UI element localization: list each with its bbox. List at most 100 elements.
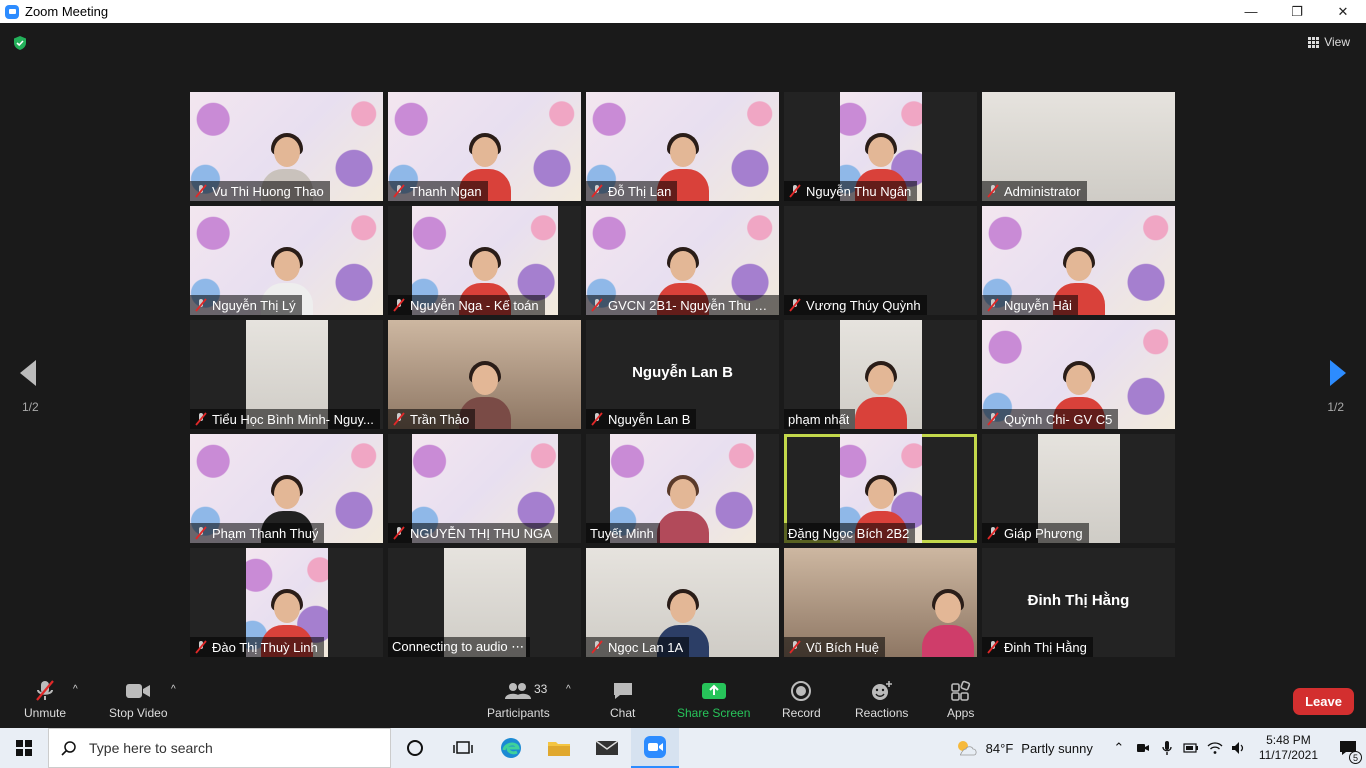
record-label: Record (782, 706, 821, 720)
battery-tray-button[interactable] (1179, 728, 1203, 768)
video-tile[interactable]: Administrator (982, 92, 1175, 201)
video-tile[interactable]: Đào Thị Thuỳ Linh (190, 548, 383, 657)
video-tile[interactable]: NGUYỄN THỊ THU NGA (388, 434, 581, 543)
participants-options-caret-icon[interactable]: ^ (566, 684, 571, 695)
chat-label: Chat (610, 706, 636, 720)
windows-taskbar: Type here to search 84°F Partly sunny ⌃ … (0, 728, 1366, 768)
taskbar-clock[interactable]: 5:48 PM 11/17/2021 (1259, 733, 1318, 763)
muted-mic-icon (591, 640, 603, 654)
file-explorer-button[interactable] (535, 728, 583, 768)
page-indicator-left: 1/2 (22, 400, 39, 414)
participant-name-label: Trần Thảo (388, 409, 476, 429)
muted-mic-icon (591, 412, 603, 426)
unmute-button[interactable]: Unmute (24, 680, 66, 720)
video-tile-active-speaker[interactable]: Đặng Ngọc Bích 2B2 (784, 434, 977, 543)
window-title: Zoom Meeting (25, 4, 109, 19)
participant-name-placeholder: Nguyễn Lan B (632, 364, 733, 381)
video-tile[interactable]: Nguyễn Nga - Kế toán (388, 206, 581, 315)
zoom-taskbar-button[interactable] (631, 728, 679, 768)
video-tile[interactable]: Giáp Phương (982, 434, 1175, 543)
video-tile[interactable]: Tiểu Học Bình Minh- Nguy... (190, 320, 383, 429)
network-tray-button[interactable] (1203, 728, 1227, 768)
video-tile[interactable]: Thanh Ngan (388, 92, 581, 201)
muted-mic-icon (591, 298, 603, 312)
participant-name-label: Đặng Ngọc Bích 2B2 (784, 523, 916, 543)
notifications-button[interactable]: 5 (1330, 728, 1366, 768)
start-button[interactable] (0, 728, 48, 768)
windows-logo-icon (16, 740, 32, 756)
video-tile[interactable]: Quỳnh Chi- GV C5 (982, 320, 1175, 429)
clock-time: 5:48 PM (1266, 733, 1311, 747)
video-tile[interactable]: Đinh Thị Hằng Đinh Thị Hằng (982, 548, 1175, 657)
muted-mic-icon (789, 298, 801, 312)
edge-browser-button[interactable] (487, 728, 535, 768)
mail-button[interactable] (583, 728, 631, 768)
maximize-button[interactable]: ❐ (1274, 0, 1320, 23)
shield-icon[interactable] (12, 35, 28, 51)
previous-page-icon[interactable] (18, 358, 38, 388)
video-tile[interactable]: Vu Thi Huong Thao (190, 92, 383, 201)
video-tile[interactable]: Nguyễn Hải (982, 206, 1175, 315)
participant-name-label: Nguyễn Thị Lý (190, 295, 302, 315)
apps-button[interactable]: Apps (947, 680, 974, 720)
cortana-circle-icon (407, 740, 423, 756)
participant-name-label: Giáp Phương (982, 523, 1089, 543)
reactions-label: Reactions (855, 706, 909, 720)
video-tile[interactable]: Ngọc Lan 1A (586, 548, 779, 657)
video-tile[interactable]: Đỗ Thị Lan (586, 92, 779, 201)
video-tile[interactable]: Vũ Bích Huệ (784, 548, 977, 657)
show-hidden-icons-button[interactable]: ⌃ (1107, 728, 1131, 768)
muted-mic-icon (987, 526, 999, 540)
video-tile[interactable]: GVCN 2B1- Nguyễn Thu Tr... (586, 206, 779, 315)
video-tile[interactable]: Phạm Thanh Thuý (190, 434, 383, 543)
participants-button[interactable]: 33 Participants (487, 680, 550, 720)
share-screen-label: Share Screen (677, 706, 751, 720)
weather-text: Partly sunny (1021, 740, 1093, 756)
system-tray: 84°F Partly sunny ⌃ 5:48 PM 11/17/2021 5 (954, 728, 1366, 768)
next-page-icon[interactable] (1328, 358, 1348, 388)
record-button[interactable]: Record (782, 680, 821, 720)
stop-video-button[interactable]: Stop Video (109, 680, 168, 720)
participant-name-label: Đinh Thị Hằng (982, 637, 1093, 657)
page-indicator-right: 1/2 (1327, 400, 1344, 414)
participants-label: Participants (487, 706, 550, 720)
participant-name-label: Tiểu Học Bình Minh- Nguy... (190, 409, 380, 429)
task-view-button[interactable] (439, 728, 487, 768)
cortana-button[interactable] (391, 728, 439, 768)
volume-tray-button[interactable] (1227, 728, 1251, 768)
participant-name-label: Nguyễn Hải (982, 295, 1078, 315)
muted-mic-icon (987, 298, 999, 312)
muted-mic-icon (789, 184, 801, 198)
video-tile[interactable]: Nguyễn Thu Ngân (784, 92, 977, 201)
audio-options-caret-icon[interactable]: ^ (73, 684, 78, 695)
muted-mic-icon (195, 526, 207, 540)
zoom-tray-button[interactable] (1131, 728, 1155, 768)
reactions-button[interactable]: Reactions (855, 680, 908, 720)
participant-name-placeholder: Đinh Thị Hằng (1027, 592, 1130, 609)
participants-icon (505, 683, 532, 699)
share-screen-button[interactable]: Share Screen (677, 680, 750, 720)
leave-button[interactable]: Leave (1293, 688, 1354, 715)
video-tile[interactable]: Connecting to audio ⋯ (388, 548, 581, 657)
meeting-toolbar: Unmute ^ Stop Video ^ 33 Participants ^ … (0, 676, 1366, 728)
view-button[interactable]: View (1308, 35, 1350, 49)
video-tile[interactable]: Nguyễn Thị Lý (190, 206, 383, 315)
close-button[interactable]: ✕ (1320, 0, 1366, 23)
participant-name-label: NGUYỄN THỊ THU NGA (388, 523, 558, 543)
video-tile[interactable]: Tuyết Minh (586, 434, 779, 543)
folder-icon (548, 742, 570, 756)
video-tile[interactable]: Trần Thảo (388, 320, 581, 429)
participant-name-label: Tuyết Minh (586, 523, 660, 543)
taskbar-search-box[interactable]: Type here to search (48, 728, 391, 768)
video-tile[interactable]: phạm nhất (784, 320, 977, 429)
microphone-icon (1162, 741, 1172, 755)
video-tile[interactable]: Nguyễn Lan B Nguyễn Lan B (586, 320, 779, 429)
chat-button[interactable]: Chat (610, 680, 635, 720)
video-options-caret-icon[interactable]: ^ (171, 684, 176, 695)
participant-name-label: Thanh Ngan (388, 181, 488, 201)
weather-widget[interactable]: 84°F Partly sunny (954, 738, 1093, 758)
muted-mic-icon (393, 412, 405, 426)
microphone-tray-button[interactable] (1155, 728, 1179, 768)
minimize-button[interactable]: — (1228, 0, 1274, 23)
video-tile[interactable]: Vương Thúy Quỳnh (784, 206, 977, 315)
